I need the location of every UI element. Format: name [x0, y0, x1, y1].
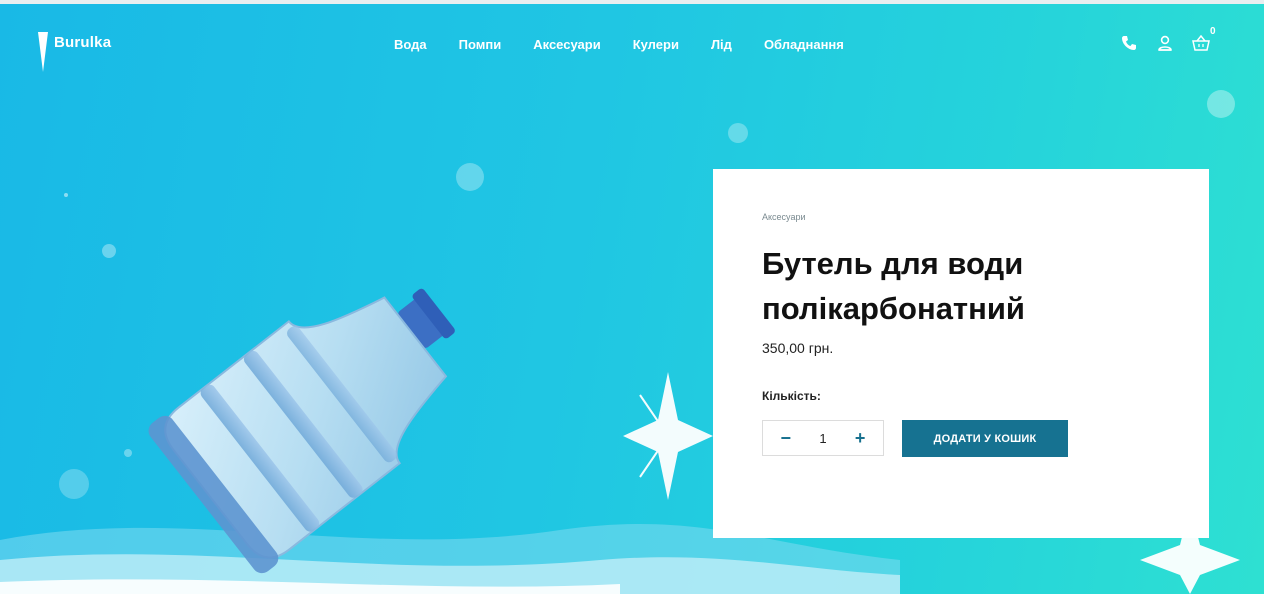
quantity-value[interactable]: 1: [819, 431, 826, 446]
user-icon[interactable]: [1154, 32, 1176, 54]
hero-section: Burulka Вода Помпи Аксесуари Кулери Лід …: [0, 0, 1264, 594]
snowflake-shape: [623, 372, 713, 500]
water-bottle-image: [148, 288, 455, 574]
bubble-shape: [59, 469, 89, 499]
bubble-shape: [728, 123, 748, 143]
nav-item-water[interactable]: Вода: [394, 37, 427, 52]
brand-name: Burulka: [54, 34, 112, 51]
quantity-stepper: − 1 +: [762, 420, 884, 456]
product-price: 350,00 грн.: [762, 340, 834, 356]
product-title: Бутель для води полікарбонатний: [762, 246, 1025, 326]
quantity-increase-button[interactable]: +: [848, 429, 872, 447]
basket-icon[interactable]: 0: [1190, 26, 1216, 54]
nav-item-pumps[interactable]: Помпи: [459, 37, 502, 52]
bubble-shape: [1207, 90, 1235, 118]
product-category[interactable]: Аксесуари: [762, 212, 805, 222]
nav-item-equipment[interactable]: Обладнання: [764, 37, 844, 52]
nav-item-coolers[interactable]: Кулери: [633, 37, 679, 52]
quantity-label: Кількість:: [762, 389, 821, 403]
main-navigation: Вода Помпи Аксесуари Кулери Лід Обладнан…: [394, 37, 844, 52]
product-card: Аксесуари Бутель для води полікарбонатни…: [713, 169, 1209, 538]
quantity-decrease-button[interactable]: −: [774, 429, 798, 447]
bubble-shape: [102, 244, 116, 258]
cart-count-badge: 0: [1210, 26, 1216, 37]
bubble-shape: [64, 193, 68, 197]
nav-item-ice[interactable]: Лід: [711, 37, 732, 52]
header-actions: 0: [1118, 26, 1216, 54]
nav-item-accessories[interactable]: Аксесуари: [533, 37, 600, 52]
bubble-shape: [124, 449, 132, 457]
add-to-cart-button[interactable]: ДОДАТИ У КОШИК: [902, 420, 1068, 457]
icicle-logo-icon: [38, 32, 48, 72]
phone-icon[interactable]: [1118, 32, 1140, 54]
brand-logo[interactable]: Burulka: [38, 32, 111, 72]
bubble-shape: [456, 163, 484, 191]
